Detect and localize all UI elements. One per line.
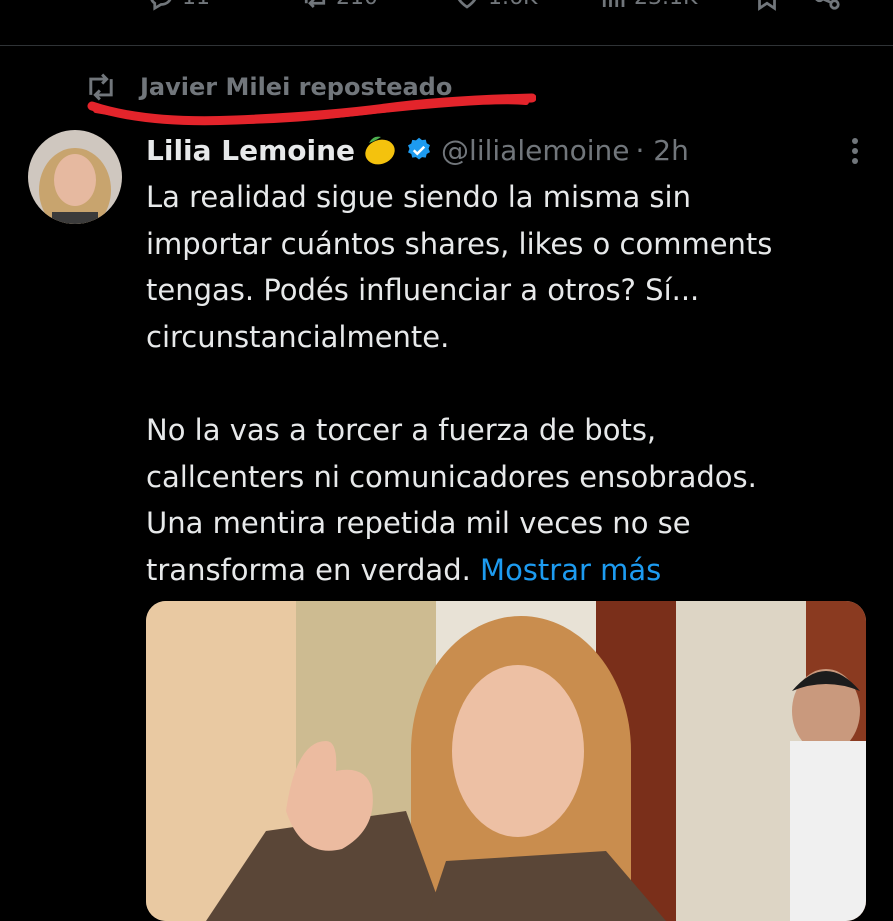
- tweet-line: importar cuántos shares, likes o comment…: [146, 226, 773, 261]
- tweet-line: La realidad sigue siendo la misma sin: [146, 180, 691, 214]
- tweet-media-image[interactable]: [146, 601, 866, 921]
- share-button[interactable]: [812, 0, 842, 12]
- views-icon: [602, 0, 625, 7]
- tweet-action-bar: 11 210 1.6K 23.1K: [0, 0, 893, 46]
- repost-button[interactable]: 210: [300, 0, 378, 12]
- tweet-line: No la vas a torcer a fuerza de bots,: [146, 413, 657, 447]
- like-count: 1.6K: [488, 0, 537, 10]
- bookmark-icon: [758, 0, 776, 11]
- show-more-link[interactable]: Mostrar más: [480, 553, 661, 587]
- more-options-icon[interactable]: [851, 136, 859, 166]
- photo: [146, 601, 866, 921]
- avatar-image: [28, 130, 122, 224]
- tweet-timestamp[interactable]: · 2h: [636, 134, 689, 167]
- reply-icon: [150, 0, 172, 11]
- repost-icon: [304, 0, 326, 8]
- tweet-line: circunstancialmente.: [146, 319, 450, 354]
- share-icon: [815, 0, 840, 10]
- like-button[interactable]: 1.6K: [452, 0, 537, 12]
- tweet-text: La realidad sigue siendo la misma sin im…: [146, 174, 846, 593]
- reply-button[interactable]: 11: [146, 0, 210, 12]
- author-name[interactable]: Lilia Lemoine: [146, 134, 355, 167]
- tweet-line-last: transforma en verdad. Mostrar más: [146, 547, 846, 594]
- tweet-header: Lilia Lemoine @lilialemoine · 2h: [146, 130, 689, 170]
- like-icon: [457, 0, 477, 9]
- red-underline-annotation: [87, 93, 536, 126]
- repost-count: 210: [336, 0, 378, 10]
- bookmark-button[interactable]: [752, 0, 782, 12]
- tweet-line: tengas. Podés influenciar a otros? Sí...: [146, 273, 700, 307]
- tweet-line: Una mentira repetida mil veces no se: [146, 506, 691, 540]
- tweet-line: transforma en verdad.: [146, 552, 471, 587]
- reply-count: 11: [182, 0, 210, 10]
- author-avatar[interactable]: [28, 130, 122, 224]
- tweet-line: callcenters ni comunicadores ensobrados.: [146, 459, 757, 494]
- views-button[interactable]: 23.1K: [598, 0, 697, 12]
- views-count: 23.1K: [634, 0, 697, 10]
- verified-badge-icon: [408, 137, 431, 160]
- lemon-emoji-icon: [365, 136, 395, 165]
- author-handle[interactable]: @lilialemoine: [441, 134, 629, 167]
